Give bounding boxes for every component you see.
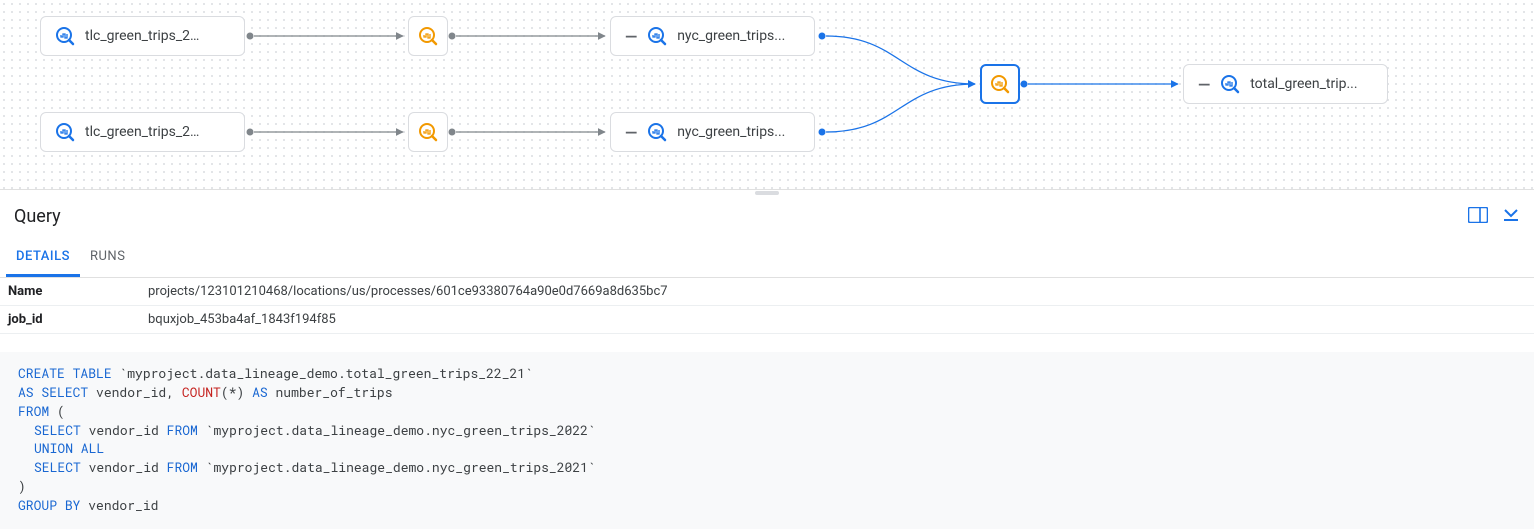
- detail-label: job_id: [8, 312, 148, 327]
- panel-title: Query: [14, 206, 61, 227]
- bigquery-icon: [647, 26, 667, 46]
- node-intermediate-2[interactable]: — nyc_green_trips...: [610, 112, 815, 152]
- bigquery-icon: [1220, 74, 1240, 94]
- node-label: tlc_green_trips_2021: [85, 28, 205, 44]
- node-process-2[interactable]: [408, 112, 448, 152]
- panel-header: Query: [0, 196, 1534, 231]
- panel-collapse-icon[interactable]: [1502, 207, 1520, 227]
- process-icon: [418, 122, 438, 142]
- minus-icon: —: [625, 27, 637, 46]
- panel-layout-icon[interactable]: [1468, 207, 1488, 227]
- bigquery-icon: [55, 26, 75, 46]
- node-process-1[interactable]: [408, 16, 448, 56]
- tab-runs[interactable]: RUNS: [80, 239, 135, 277]
- node-source-2022[interactable]: tlc_green_trips_2022: [40, 112, 245, 152]
- detail-row-name: Name projects/123101210468/locations/us/…: [0, 278, 1534, 306]
- detail-value: projects/123101210468/locations/us/proce…: [148, 284, 668, 299]
- lineage-graph[interactable]: tlc_green_trips_2021 — nyc_green_trips..…: [0, 0, 1534, 190]
- tab-details[interactable]: DETAILS: [6, 239, 80, 277]
- detail-value: bquxjob_453ba4af_1843f194f85: [148, 312, 336, 327]
- detail-label: Name: [8, 284, 148, 299]
- process-icon: [990, 74, 1010, 94]
- node-process-merge[interactable]: [980, 64, 1020, 104]
- node-output[interactable]: — total_green_trip...: [1183, 64, 1388, 104]
- bigquery-icon: [55, 122, 75, 142]
- minus-icon: —: [1198, 75, 1210, 94]
- node-label: tlc_green_trips_2022: [85, 124, 205, 140]
- node-source-2021[interactable]: tlc_green_trips_2021: [40, 16, 245, 56]
- process-icon: [418, 26, 438, 46]
- detail-row-jobid: job_id bquxjob_453ba4af_1843f194f85: [0, 306, 1534, 334]
- node-label: nyc_green_trips...: [677, 124, 785, 140]
- node-label: total_green_trip...: [1250, 76, 1357, 92]
- node-label: nyc_green_trips...: [677, 28, 785, 44]
- minus-icon: —: [625, 123, 637, 142]
- tabs: DETAILS RUNS: [0, 239, 1534, 278]
- node-intermediate-1[interactable]: — nyc_green_trips...: [610, 16, 815, 56]
- bigquery-icon: [647, 122, 667, 142]
- sql-block: CREATE TABLE `myproject.data_lineage_dem…: [0, 352, 1534, 529]
